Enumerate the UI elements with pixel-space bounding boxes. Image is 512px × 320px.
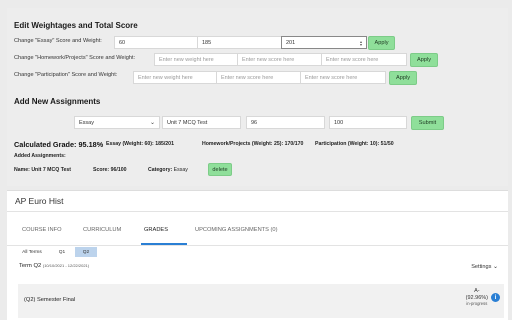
- grade-status: in-progress: [466, 301, 488, 306]
- info-icon[interactable]: i: [491, 293, 500, 302]
- category-select[interactable]: Essay ⌄: [74, 116, 160, 129]
- tab-upcoming-assignments[interactable]: UPCOMING ASSIGNMENTS (0): [195, 227, 277, 233]
- homework-total-input[interactable]: Enter new score here: [321, 53, 407, 66]
- tab-grades[interactable]: GRADES: [144, 227, 168, 233]
- assignment-score-input[interactable]: 96: [246, 116, 325, 129]
- tab-curriculum[interactable]: CURRICULUM: [83, 227, 121, 233]
- essay-total-value: 201: [286, 39, 296, 46]
- term-dates: (10/10/2021 - 12/22/2021): [42, 263, 90, 268]
- participation-score-input[interactable]: Enter new score here: [216, 71, 301, 84]
- homework-row-label: Change "Homework/Projects" Score and Wei…: [14, 55, 136, 61]
- essay-apply-button[interactable]: Apply: [368, 36, 395, 50]
- term-tab-all[interactable]: All Terms: [18, 247, 46, 257]
- settings-dropdown[interactable]: Settings ⌄: [471, 263, 498, 270]
- number-spinner-icon[interactable]: ▴ ▾: [360, 39, 362, 46]
- essay-total-input[interactable]: 201 ▴ ▾: [281, 36, 367, 49]
- essay-row-label: Change "Essay" Score and Weight:: [14, 38, 102, 44]
- grade-calculator-panel: Edit Weightages and Total Score Change "…: [7, 8, 508, 186]
- tabs-divider: [7, 245, 508, 246]
- course-grades-panel: AP Euro Hist COURSE INFO CURRICULUM GRAD…: [7, 190, 508, 320]
- delete-assignment-button[interactable]: delete: [208, 163, 232, 176]
- edit-weightages-title: Edit Weightages and Total Score: [14, 21, 138, 30]
- chevron-down-icon: ⌄: [492, 264, 498, 270]
- homework-score-input[interactable]: Enter new score here: [237, 53, 322, 66]
- submit-assignment-button[interactable]: Submit: [411, 116, 444, 130]
- homework-summary: Homework/Projects (Weight: 25): 170/170: [202, 141, 304, 147]
- essay-weight-input[interactable]: 60: [114, 36, 198, 49]
- grade-item-score: A- (92.96%) in-progress: [466, 288, 488, 308]
- participation-total-input[interactable]: Enter new score here: [300, 71, 386, 84]
- added-assignments-heading: Added Assignments:: [14, 153, 66, 159]
- added-assignment-name: Unit 7 MCQ Test: [31, 167, 71, 173]
- add-assignments-title: Add New Assignments: [14, 97, 101, 106]
- participation-summary: Participation (Weight: 10): 51/50: [315, 141, 394, 147]
- term-tab-q2[interactable]: Q2: [75, 247, 97, 257]
- essay-summary: Essay (Weight: 60): 185/201: [106, 141, 174, 147]
- participation-weight-input[interactable]: Enter new weight here: [133, 71, 217, 84]
- grade-item-name: (Q2) Semester Final: [24, 297, 76, 303]
- participation-apply-button[interactable]: Apply: [389, 71, 417, 85]
- category-select-value: Essay: [79, 119, 94, 126]
- essay-score-input[interactable]: 185: [197, 36, 282, 49]
- tab-course-info[interactable]: COURSE INFO: [22, 227, 62, 233]
- participation-row-label: Change "Participation" Score and Weight:: [14, 72, 118, 78]
- title-divider: [7, 211, 508, 212]
- added-assignment-category: Category: Essay: [148, 167, 188, 173]
- grade-item-row[interactable]: (Q2) Semester Final A- (92.96%) in-progr…: [18, 284, 504, 318]
- added-assignment-score: Score: 96/100: [93, 167, 127, 173]
- calculated-grade: Calculated Grade: 95.18%: [14, 140, 104, 149]
- added-assignment-row: Name: Unit 7 MCQ Test: [14, 167, 71, 173]
- assignment-total-input[interactable]: 100: [329, 116, 407, 129]
- assignment-name-input[interactable]: Unit 7 MCQ Test: [162, 116, 241, 129]
- homework-weight-input[interactable]: Enter new weight here: [154, 53, 238, 66]
- chevron-down-icon: ⌄: [149, 120, 155, 126]
- homework-apply-button[interactable]: Apply: [410, 53, 438, 67]
- course-title: AP Euro Hist: [15, 196, 64, 206]
- term-heading: Term Q2 (10/10/2021 - 12/22/2021): [19, 263, 90, 269]
- term-tab-q1[interactable]: Q1: [51, 247, 73, 257]
